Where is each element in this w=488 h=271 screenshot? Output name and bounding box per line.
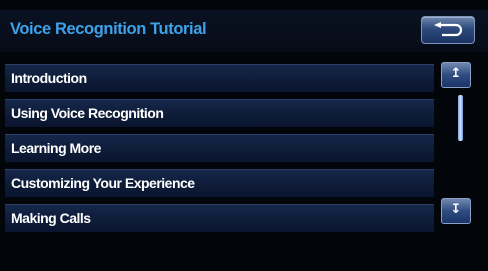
page-title: Voice Recognition Tutorial bbox=[10, 20, 207, 38]
voice-tutorial-screen: Voice Recognition Tutorial Introduction … bbox=[0, 0, 488, 271]
menu-item-introduction[interactable]: Introduction bbox=[5, 64, 434, 92]
scroll-down-button[interactable]: ↧ bbox=[441, 198, 471, 224]
return-arrow-icon bbox=[434, 22, 463, 37]
menu-item-label: Using Voice Recognition bbox=[11, 105, 164, 121]
menu-item-label: Learning More bbox=[11, 140, 101, 156]
scroll-up-button[interactable]: ↥ bbox=[441, 62, 471, 88]
menu-item-making-calls[interactable]: Making Calls bbox=[5, 204, 434, 232]
scroll-up-arrow-icon: ↥ bbox=[450, 66, 462, 81]
scrollbar-thumb[interactable] bbox=[458, 95, 463, 141]
back-button[interactable] bbox=[421, 16, 475, 44]
menu-item-learning-more[interactable]: Learning More bbox=[5, 134, 434, 162]
scroll-down-arrow-icon: ↧ bbox=[450, 202, 462, 217]
menu-item-label: Customizing Your Experience bbox=[11, 175, 195, 191]
menu-item-using-voice-recognition[interactable]: Using Voice Recognition bbox=[5, 99, 434, 127]
menu-item-label: Introduction bbox=[11, 70, 87, 86]
menu-item-label: Making Calls bbox=[11, 210, 91, 226]
menu-item-customizing-your-experience[interactable]: Customizing Your Experience bbox=[5, 169, 434, 197]
